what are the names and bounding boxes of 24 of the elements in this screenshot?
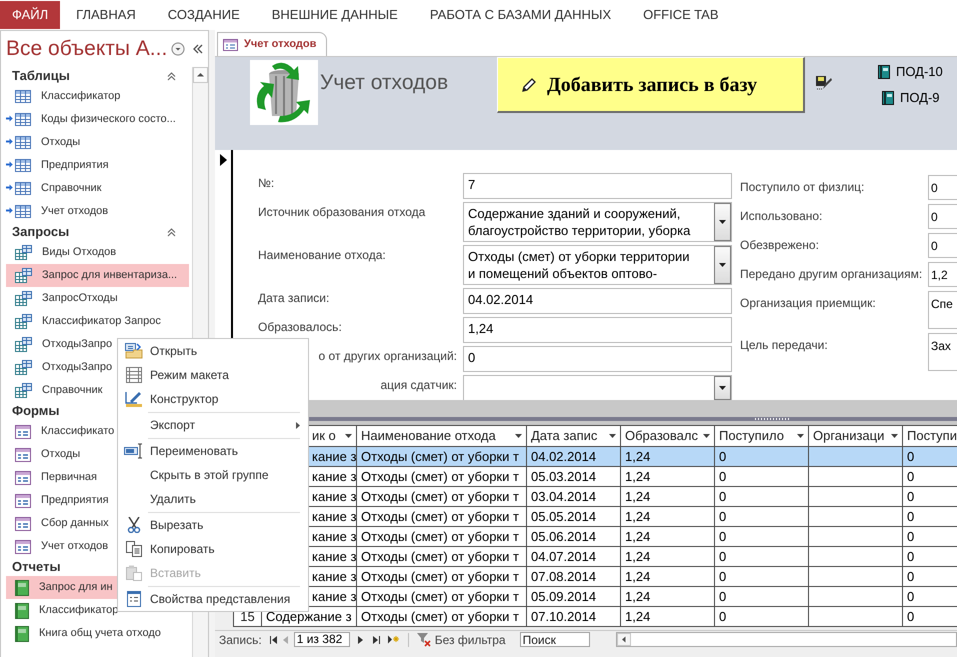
field-label: Образовалось: bbox=[258, 319, 343, 336]
group-header: Отчеты bbox=[12, 558, 61, 576]
field-label: Передано другим организациям: bbox=[740, 266, 924, 283]
field-label: о от других организаций: bbox=[318, 348, 458, 365]
field-label: ация сдатчик: bbox=[379, 377, 458, 394]
field-label: Наименование отхода: bbox=[258, 247, 387, 264]
pane-title: Все объекты А... bbox=[6, 36, 166, 62]
field-label: Источник образования отхода bbox=[258, 204, 426, 221]
group-header: Запросы bbox=[12, 223, 70, 242]
record-label: Запись: bbox=[219, 632, 262, 648]
field-label: Обезврежено: bbox=[740, 237, 820, 254]
field-label: Использовано: bbox=[740, 208, 824, 225]
field-label: №: bbox=[258, 175, 276, 192]
group-header: Таблицы bbox=[12, 67, 70, 86]
field-label: Поступило от физлиц: bbox=[740, 179, 866, 196]
table-cell: 1,24 bbox=[620, 606, 714, 626]
table-cell: 07.10.2014 bbox=[526, 606, 620, 626]
field-label: Дата записи: bbox=[258, 290, 330, 307]
group-header: Формы bbox=[12, 402, 60, 420]
field-label: Организация приемщик: bbox=[740, 295, 877, 312]
table-cell: 0 bbox=[714, 606, 808, 626]
table-cell: Отходы (смет) от уборки т bbox=[356, 606, 526, 626]
field-label: Цель передачи: bbox=[740, 337, 829, 354]
form-title: Учет отходов bbox=[320, 70, 450, 96]
